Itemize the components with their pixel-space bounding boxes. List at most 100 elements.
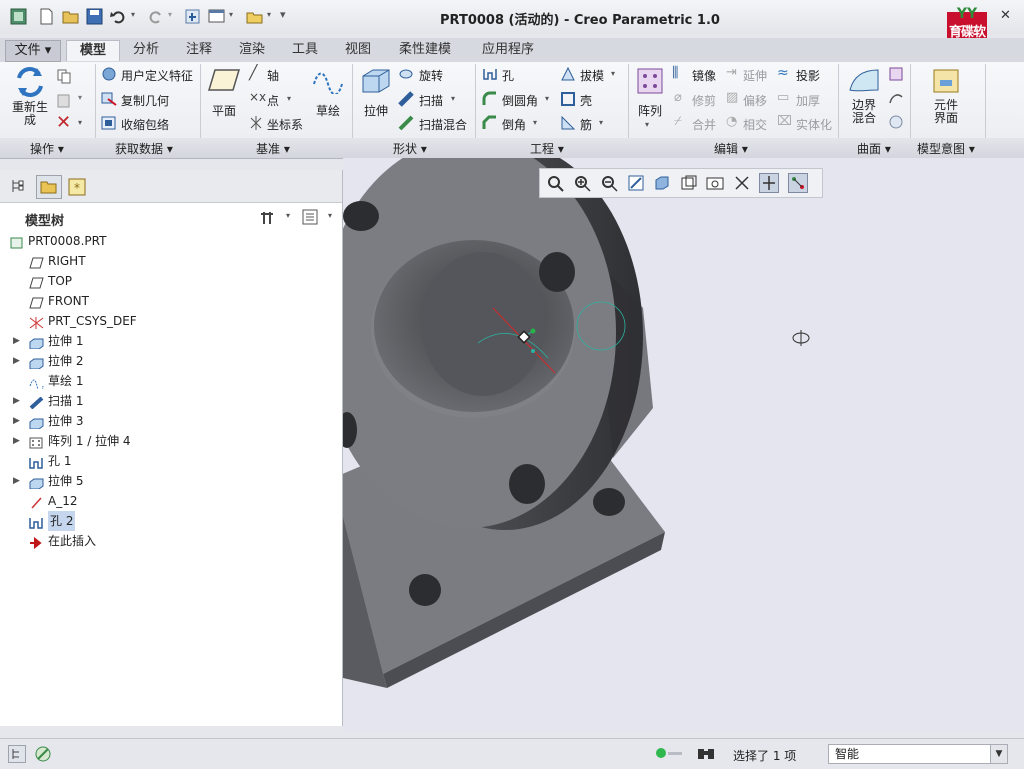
tree-item[interactable]: RIGHT	[0, 251, 342, 271]
save-icon[interactable]	[86, 8, 103, 25]
tree-item[interactable]: PRT0008.PRT	[0, 231, 342, 251]
draft-dropdown-icon[interactable]: ▾	[611, 69, 615, 78]
tree-item[interactable]: PRT_CSYS_DEF	[0, 311, 342, 331]
folder-icon[interactable]	[246, 8, 263, 25]
datum-point-button[interactable]: 点	[267, 92, 279, 109]
redo-dropdown-icon[interactable]: ▾	[168, 10, 172, 19]
selection-filter-select[interactable]: 智能 ▼	[828, 744, 1008, 764]
group-operations[interactable]: 操作 ▾	[30, 140, 64, 157]
group-get-data[interactable]: 获取数据 ▾	[115, 140, 173, 157]
open-folder-icon[interactable]	[62, 8, 79, 25]
datum-point-dropdown-icon[interactable]: ▾	[287, 94, 291, 103]
tree-columns-dropdown-icon[interactable]: ▾	[328, 211, 332, 220]
tab-file[interactable]: 文件 ▾	[5, 40, 61, 62]
draft-button[interactable]: 拔模	[580, 67, 604, 84]
zoom-in-icon[interactable]	[573, 174, 591, 192]
tab-flexible-modeling[interactable]: 柔性建模	[388, 40, 462, 60]
tree-item[interactable]: 孔 1	[0, 451, 342, 471]
tree-item[interactable]: FRONT	[0, 291, 342, 311]
tab-render[interactable]: 渲染	[229, 40, 275, 60]
datum-plane-button[interactable]: 平面	[204, 66, 244, 118]
selection-filter-dropdown-icon[interactable]: ▼	[990, 745, 1007, 763]
point-display-icon[interactable]	[788, 173, 808, 193]
tree-item[interactable]: 草绘 1	[0, 371, 342, 393]
expand-arrow-icon[interactable]: ▶	[13, 331, 20, 351]
tab-analysis[interactable]: 分析	[123, 40, 169, 60]
shell-button[interactable]: 壳	[580, 92, 592, 109]
new-file-icon[interactable]	[38, 8, 55, 25]
csys-button[interactable]: 坐标系	[267, 116, 303, 133]
axis-display-icon[interactable]	[759, 173, 779, 193]
refit-icon[interactable]	[546, 174, 564, 192]
project-button[interactable]: 投影	[796, 67, 820, 84]
tree-item[interactable]: 在此插入	[0, 531, 342, 551]
style-icon[interactable]	[889, 91, 903, 105]
round-dropdown-icon[interactable]: ▾	[545, 94, 549, 103]
tree-item[interactable]: ▶ 拉伸 1	[0, 331, 342, 351]
expand-arrow-icon[interactable]: ▶	[13, 471, 20, 491]
tab-model[interactable]: 模型	[66, 40, 120, 61]
merge-button[interactable]: 合并	[692, 116, 716, 133]
extend-button[interactable]: 延伸	[743, 67, 767, 84]
delete-icon[interactable]: ✕	[56, 112, 71, 133]
zoom-out-icon[interactable]	[600, 174, 618, 192]
extrude-button[interactable]: 拉伸	[356, 66, 396, 118]
favorites-tab-icon[interactable]: *	[68, 178, 86, 196]
group-editing[interactable]: 编辑 ▾	[714, 140, 748, 157]
tab-applications[interactable]: 应用程序	[470, 40, 546, 60]
app-icon[interactable]	[10, 8, 27, 25]
expand-arrow-icon[interactable]: ▶	[13, 431, 20, 451]
folder-browser-tab-icon[interactable]	[36, 175, 62, 199]
tab-tools[interactable]: 工具	[282, 40, 328, 60]
group-model-intent[interactable]: 模型意图 ▾	[917, 140, 975, 157]
tree-item[interactable]: TOP	[0, 271, 342, 291]
datum-axis-button[interactable]: 轴	[267, 67, 279, 84]
close-icon[interactable]: ✕	[1000, 8, 1011, 23]
sweep-button[interactable]: 扫描	[419, 92, 443, 109]
paste-icon[interactable]	[56, 92, 72, 108]
saved-views-icon[interactable]	[680, 174, 698, 192]
copy-geometry-button[interactable]: 复制几何	[121, 92, 169, 109]
offset-button[interactable]: 偏移	[743, 92, 767, 109]
trim-button[interactable]: 修剪	[692, 92, 716, 109]
customize-toolbar-icon[interactable]: ▾	[280, 8, 286, 21]
thicken-button[interactable]: 加厚	[796, 92, 820, 109]
hole-button[interactable]: 孔	[502, 67, 514, 84]
undo-dropdown-icon[interactable]: ▾	[131, 10, 135, 19]
tree-item[interactable]: ▶ 拉伸 3	[0, 411, 342, 431]
model-tree-tab-icon[interactable]	[10, 178, 26, 194]
group-datum[interactable]: 基准 ▾	[256, 140, 290, 157]
udf-button[interactable]: 用户定义特征	[121, 67, 193, 84]
paste-dropdown-icon[interactable]: ▾	[78, 93, 82, 102]
boundary-blend-button[interactable]: 边界混合	[842, 66, 886, 125]
revolve-button[interactable]: 旋转	[419, 67, 443, 84]
regenerate-button[interactable]: 重新生成	[6, 66, 54, 127]
freestyle-icon[interactable]	[889, 115, 903, 129]
tree-settings-dropdown-icon[interactable]: ▾	[286, 211, 290, 220]
intersect-button[interactable]: 相交	[743, 116, 767, 133]
rib-dropdown-icon[interactable]: ▾	[599, 118, 603, 127]
navigator-toggle-icon[interactable]	[8, 745, 26, 763]
group-surfaces[interactable]: 曲面 ▾	[857, 140, 891, 157]
folder-dropdown-icon[interactable]: ▾	[267, 10, 271, 19]
copy-icon[interactable]	[56, 68, 72, 84]
regenerate-icon[interactable]	[184, 8, 201, 25]
graphics-viewport[interactable]	[343, 158, 1024, 732]
tree-item[interactable]: ▶ 拉伸 5	[0, 471, 342, 491]
tab-view[interactable]: 视图	[335, 40, 381, 60]
view-manager-icon[interactable]	[706, 174, 724, 192]
expand-arrow-icon[interactable]: ▶	[13, 391, 20, 411]
tree-item[interactable]: 孔 2	[0, 511, 342, 531]
fill-icon[interactable]	[889, 67, 903, 81]
sweep-dropdown-icon[interactable]: ▾	[451, 94, 455, 103]
group-shapes[interactable]: 形状 ▾	[393, 140, 427, 157]
shrinkwrap-button[interactable]: 收缩包络	[121, 116, 169, 133]
redo-icon[interactable]	[147, 8, 164, 25]
expand-arrow-icon[interactable]: ▶	[13, 351, 20, 371]
delete-dropdown-icon[interactable]: ▾	[78, 118, 82, 127]
component-interface-button[interactable]: 元件界面	[920, 66, 972, 125]
undo-icon[interactable]	[110, 8, 127, 25]
chamfer-dropdown-icon[interactable]: ▾	[533, 118, 537, 127]
sketch-button[interactable]: 草绘	[310, 66, 346, 118]
tree-item[interactable]: ▶ 扫描 1	[0, 391, 342, 411]
